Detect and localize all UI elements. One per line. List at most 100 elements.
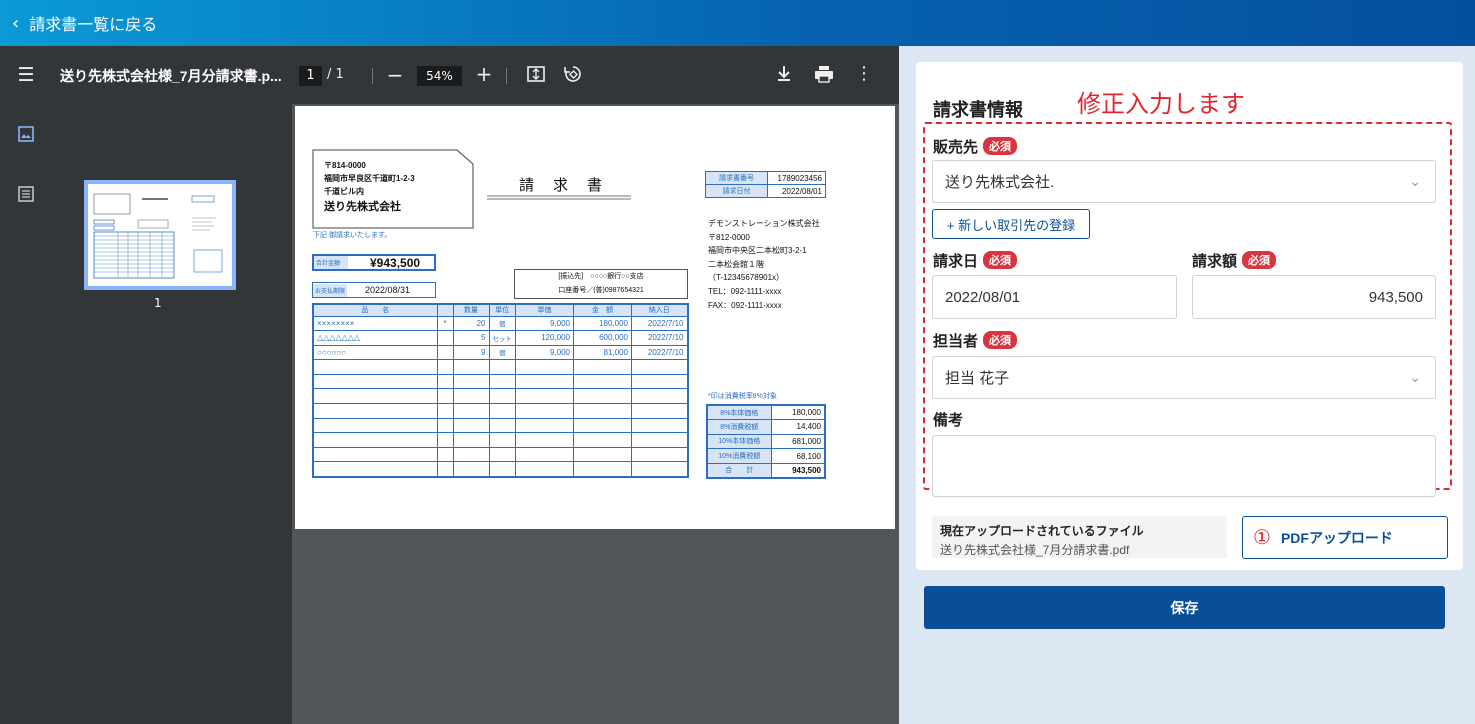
table-header-cell: 数量 [452, 303, 490, 317]
summary-label: 合 計 [706, 462, 772, 479]
summary-value: 180,000 [770, 404, 826, 421]
download-icon[interactable] [772, 64, 796, 87]
table-cell [452, 432, 490, 448]
date-label: 請求日 必須 [933, 250, 1018, 271]
table-cell [631, 359, 688, 375]
table-cell [436, 388, 454, 405]
table-cell [452, 403, 490, 419]
table-cell: 81,000 [573, 344, 632, 361]
thumbnails-icon[interactable] [18, 126, 34, 146]
table-cell: 9,000 [515, 344, 574, 361]
chevron-down-icon: ⌄ [1409, 173, 1421, 189]
table-cell [312, 417, 438, 434]
vendor-label: 販売先 必須 [933, 136, 1018, 157]
invoice-items-table: 品 名数量 単位 単価金 額納入日 ×××××××× * 20 個 9,000 180,000… [312, 303, 689, 478]
table-header-cell [436, 303, 454, 317]
fit-page-icon[interactable] [524, 65, 548, 88]
summary-value: 14,400 [770, 419, 826, 435]
back-link[interactable]: ‹ 請求書一覧に戻る [0, 0, 1475, 46]
upload-step-marker: ① [1253, 527, 1271, 549]
table-cell [488, 388, 516, 405]
required-badge: 必須 [983, 251, 1018, 269]
print-icon[interactable] [812, 65, 836, 88]
amount-label: 請求額 必須 [1192, 250, 1277, 271]
menu-icon[interactable]: ☰ [14, 64, 38, 86]
zoom-level[interactable]: 54% [417, 66, 462, 86]
table-cell [573, 373, 632, 390]
table-cell: 9 [452, 344, 490, 361]
zoom-in-icon[interactable]: + [472, 62, 496, 86]
table-cell [436, 446, 454, 463]
recipient-address2: 千道ビル内 [324, 187, 364, 196]
page-number-input[interactable]: 1 [299, 66, 322, 86]
summary-row: 10%消費税額 68,100 [706, 448, 826, 464]
divider [506, 68, 507, 84]
table-cell [312, 461, 438, 478]
page-thumbnail[interactable] [84, 180, 236, 290]
table-cell: 2022/7/10 [631, 330, 688, 346]
table-cell [312, 388, 438, 405]
table-header-cell: 単位 [488, 303, 516, 317]
date-input[interactable]: 2022/08/01 [932, 275, 1177, 319]
table-cell: △△△△△△△ [312, 330, 438, 346]
table-cell [573, 403, 632, 419]
table-header-cell: 単価 [515, 303, 574, 317]
zoom-out-icon[interactable]: − [383, 63, 407, 87]
vendor-select[interactable]: 送り先株式会社. ⌄ [932, 160, 1436, 203]
back-link-label: 請求書一覧に戻る [29, 15, 158, 34]
summary-value: 68,100 [770, 448, 826, 464]
current-upload-box: 現在アップロードされているファイル 送り先株式会社様_7月分請求書.pdf [932, 516, 1227, 558]
table-cell [515, 359, 574, 375]
add-partner-button[interactable]: + 新しい取引先の登録 [932, 209, 1090, 239]
table-cell: ○○○○○○ [312, 344, 438, 361]
table-cell [488, 417, 516, 434]
rotate-icon[interactable] [561, 64, 585, 89]
table-cell [573, 388, 632, 405]
invoice-title: 請 求 書 [519, 177, 605, 194]
pdf-page: 〒814-0000 福岡市早良区千道町1-2-3 千道ビル内 送り先株式会社 下… [295, 106, 895, 529]
summary-label: 10%消費税額 [706, 448, 772, 464]
summary-label: 10%本体価格 [706, 433, 772, 450]
issuer-fax: FAX：092-1111-xxxx [708, 300, 782, 310]
table-cell: * [436, 315, 454, 332]
bank-info: [振込先] ○○○○銀行○○支店 口座番号／(普)0987654321 [514, 269, 688, 299]
table-cell [452, 388, 490, 405]
recipient-postal: 〒814-0000 [324, 161, 366, 170]
vendor-select-value: 送り先株式会社. [945, 174, 1055, 191]
table-cell [436, 417, 454, 434]
table-cell [515, 388, 574, 405]
divider [372, 68, 373, 84]
amount-input[interactable]: 943,500 [1192, 275, 1436, 319]
summary-label: 8%消費税額 [706, 419, 772, 435]
table-cell [488, 359, 516, 375]
table-cell [488, 373, 516, 390]
summary-value: 681,000 [770, 433, 826, 450]
chevron-down-icon: ⌄ [1409, 369, 1421, 385]
person-select[interactable]: 担当 花子 ⌄ [932, 356, 1436, 399]
more-options-icon[interactable]: ⋮ [852, 63, 876, 84]
save-button[interactable]: 保存 [924, 586, 1445, 629]
table-cell [452, 359, 490, 375]
table-row [312, 417, 688, 434]
table-cell [573, 446, 632, 463]
required-badge: 必須 [983, 331, 1018, 349]
issuer-tel: TEL：092-1111-xxxx [708, 286, 782, 296]
page-total: / 1 [327, 67, 344, 82]
memo-textarea[interactable] [932, 435, 1436, 497]
pdf-file-name: 送り先株式会社様_7月分請求書.p... [60, 68, 282, 84]
issuer-building: 二本松会館１階 [708, 259, 764, 269]
summary-row: 10%本体価格 681,000 [706, 433, 826, 450]
table-cell: 180,000 [573, 315, 632, 332]
table-cell [488, 446, 516, 463]
table-cell [436, 461, 454, 478]
pdf-upload-button[interactable]: ① PDFアップロード [1242, 516, 1448, 559]
tax-summary-table: 8%本体価格 180,000 8%消費税額 14,400 10%本体価格 681,000 1… [706, 404, 826, 479]
tax-note: *印は消費税率8%対象 [708, 393, 777, 400]
annotation-text: 修正入力します [1077, 91, 1245, 118]
memo-label: 備考 [933, 412, 964, 429]
required-badge: 必須 [983, 137, 1018, 155]
current-upload-file: 送り先株式会社様_7月分請求書.pdf [940, 543, 1130, 557]
chevron-left-icon: ‹ [12, 12, 20, 34]
table-cell: 個 [488, 344, 516, 361]
outline-icon[interactable] [18, 186, 34, 206]
